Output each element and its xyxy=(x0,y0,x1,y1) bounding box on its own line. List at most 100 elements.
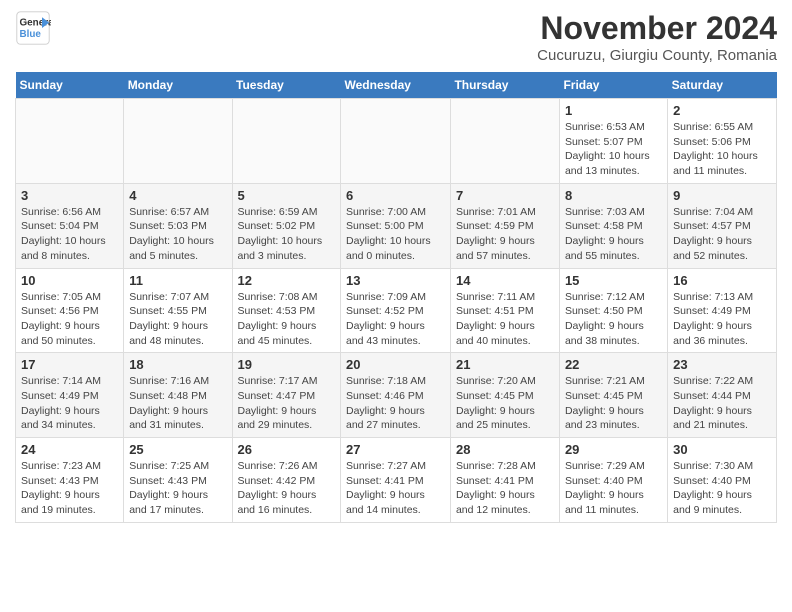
col-saturday: Saturday xyxy=(668,72,777,99)
day-number: 10 xyxy=(21,273,118,288)
day-number: 16 xyxy=(673,273,771,288)
table-row: 17 Sunrise: 7:14 AM Sunset: 4:49 PM Dayli… xyxy=(16,353,124,438)
header-row: Sunday Monday Tuesday Wednesday Thursday… xyxy=(16,72,777,99)
day-info: Sunrise: 7:27 AM Sunset: 4:41 PM Dayligh… xyxy=(346,459,445,518)
table-row: 14 Sunrise: 7:11 AM Sunset: 4:51 PM Dayli… xyxy=(450,268,559,353)
day-number: 21 xyxy=(456,357,554,372)
table-row: 18 Sunrise: 7:16 AM Sunset: 4:48 PM Dayli… xyxy=(124,353,232,438)
day-number: 19 xyxy=(238,357,336,372)
table-row: 9 Sunrise: 7:04 AM Sunset: 4:57 PM Daylig… xyxy=(668,183,777,268)
day-info: Sunrise: 6:56 AM Sunset: 5:04 PM Dayligh… xyxy=(21,205,118,264)
day-number: 22 xyxy=(565,357,662,372)
day-number: 15 xyxy=(565,273,662,288)
day-info: Sunrise: 7:26 AM Sunset: 4:42 PM Dayligh… xyxy=(238,459,336,518)
day-number: 11 xyxy=(129,273,226,288)
day-info: Sunrise: 7:11 AM Sunset: 4:51 PM Dayligh… xyxy=(456,290,554,349)
day-number: 12 xyxy=(238,273,336,288)
day-info: Sunrise: 7:13 AM Sunset: 4:49 PM Dayligh… xyxy=(673,290,771,349)
table-row: 10 Sunrise: 7:05 AM Sunset: 4:56 PM Dayli… xyxy=(16,268,124,353)
day-number: 3 xyxy=(21,188,118,203)
table-row: 16 Sunrise: 7:13 AM Sunset: 4:49 PM Dayli… xyxy=(668,268,777,353)
table-row: 5Sunrise: 6:59 AM Sunset: 5:02 PM Daylig… xyxy=(232,183,341,268)
day-info: Sunrise: 7:09 AM Sunset: 4:52 PM Dayligh… xyxy=(346,290,445,349)
table-row: 19 Sunrise: 7:17 AM Sunset: 4:47 PM Dayli… xyxy=(232,353,341,438)
table-row: 21 Sunrise: 7:20 AM Sunset: 4:45 PM Dayli… xyxy=(450,353,559,438)
table-row: 3 Sunrise: 6:56 AM Sunset: 5:04 PM Daylig… xyxy=(16,183,124,268)
day-number: 18 xyxy=(129,357,226,372)
table-row: 25Sunrise: 7:25 AM Sunset: 4:43 PM Dayli… xyxy=(124,438,232,523)
day-number: 14 xyxy=(456,273,554,288)
day-number: 20 xyxy=(346,357,445,372)
day-info: Sunrise: 6:53 AM Sunset: 5:07 PM Dayligh… xyxy=(565,120,662,179)
day-number: 7 xyxy=(456,188,554,203)
logo: General Blue xyxy=(15,10,51,46)
table-row: 8Sunrise: 7:03 AM Sunset: 4:58 PM Daylig… xyxy=(559,183,667,268)
day-number: 4 xyxy=(129,188,226,203)
table-row: 11 Sunrise: 7:07 AM Sunset: 4:55 PM Dayli… xyxy=(124,268,232,353)
day-info: Sunrise: 6:55 AM Sunset: 5:06 PM Dayligh… xyxy=(673,120,771,179)
col-sunday: Sunday xyxy=(16,72,124,99)
day-info: Sunrise: 7:21 AM Sunset: 4:45 PM Dayligh… xyxy=(565,374,662,433)
day-info: Sunrise: 6:57 AM Sunset: 5:03 PM Dayligh… xyxy=(129,205,226,264)
table-row: 26Sunrise: 7:26 AM Sunset: 4:42 PM Dayli… xyxy=(232,438,341,523)
table-row: 20Sunrise: 7:18 AM Sunset: 4:46 PM Dayli… xyxy=(341,353,451,438)
calendar-table: Sunday Monday Tuesday Wednesday Thursday… xyxy=(15,72,777,523)
day-info: Sunrise: 7:03 AM Sunset: 4:58 PM Dayligh… xyxy=(565,205,662,264)
table-row: 2 Sunrise: 6:55 AM Sunset: 5:06 PM Daylig… xyxy=(668,99,777,184)
calendar-row: 1Sunrise: 6:53 AM Sunset: 5:07 PM Daylig… xyxy=(16,99,777,184)
day-info: Sunrise: 7:22 AM Sunset: 4:44 PM Dayligh… xyxy=(673,374,771,433)
table-row xyxy=(232,99,341,184)
table-row: 13Sunrise: 7:09 AM Sunset: 4:52 PM Dayli… xyxy=(341,268,451,353)
month-title: November 2024 xyxy=(537,10,777,47)
table-row: 28Sunrise: 7:28 AM Sunset: 4:41 PM Dayli… xyxy=(450,438,559,523)
day-info: Sunrise: 7:17 AM Sunset: 4:47 PM Dayligh… xyxy=(238,374,336,433)
calendar-row: 24 Sunrise: 7:23 AM Sunset: 4:43 PM Dayli… xyxy=(16,438,777,523)
table-row xyxy=(16,99,124,184)
day-number: 25 xyxy=(129,442,226,457)
day-info: Sunrise: 7:07 AM Sunset: 4:55 PM Dayligh… xyxy=(129,290,226,349)
day-info: Sunrise: 7:01 AM Sunset: 4:59 PM Dayligh… xyxy=(456,205,554,264)
day-number: 30 xyxy=(673,442,771,457)
table-row: 4 Sunrise: 6:57 AM Sunset: 5:03 PM Daylig… xyxy=(124,183,232,268)
day-info: Sunrise: 7:29 AM Sunset: 4:40 PM Dayligh… xyxy=(565,459,662,518)
day-number: 17 xyxy=(21,357,118,372)
day-number: 24 xyxy=(21,442,118,457)
table-row: 15 Sunrise: 7:12 AM Sunset: 4:50 PM Dayli… xyxy=(559,268,667,353)
day-info: Sunrise: 7:28 AM Sunset: 4:41 PM Dayligh… xyxy=(456,459,554,518)
day-info: Sunrise: 7:12 AM Sunset: 4:50 PM Dayligh… xyxy=(565,290,662,349)
col-tuesday: Tuesday xyxy=(232,72,341,99)
day-info: Sunrise: 7:20 AM Sunset: 4:45 PM Dayligh… xyxy=(456,374,554,433)
location-title: Cucuruzu, Giurgiu County, Romania xyxy=(537,47,777,64)
table-row: 22 Sunrise: 7:21 AM Sunset: 4:45 PM Dayli… xyxy=(559,353,667,438)
table-row: 6Sunrise: 7:00 AM Sunset: 5:00 PM Daylig… xyxy=(341,183,451,268)
day-number: 27 xyxy=(346,442,445,457)
svg-text:Blue: Blue xyxy=(20,29,42,40)
logo-icon: General Blue xyxy=(15,10,51,46)
calendar-row: 10 Sunrise: 7:05 AM Sunset: 4:56 PM Dayli… xyxy=(16,268,777,353)
col-thursday: Thursday xyxy=(450,72,559,99)
day-info: Sunrise: 7:00 AM Sunset: 5:00 PM Dayligh… xyxy=(346,205,445,264)
table-row: 23Sunrise: 7:22 AM Sunset: 4:44 PM Dayli… xyxy=(668,353,777,438)
day-info: Sunrise: 7:14 AM Sunset: 4:49 PM Dayligh… xyxy=(21,374,118,433)
day-number: 9 xyxy=(673,188,771,203)
table-row xyxy=(341,99,451,184)
title-area: November 2024 Cucuruzu, Giurgiu County, … xyxy=(537,10,777,64)
day-info: Sunrise: 7:23 AM Sunset: 4:43 PM Dayligh… xyxy=(21,459,118,518)
day-info: Sunrise: 7:08 AM Sunset: 4:53 PM Dayligh… xyxy=(238,290,336,349)
table-row: 30 Sunrise: 7:30 AM Sunset: 4:40 PM Dayli… xyxy=(668,438,777,523)
table-row: 27 Sunrise: 7:27 AM Sunset: 4:41 PM Dayli… xyxy=(341,438,451,523)
table-row xyxy=(450,99,559,184)
calendar-row: 17 Sunrise: 7:14 AM Sunset: 4:49 PM Dayli… xyxy=(16,353,777,438)
header: General Blue November 2024 Cucuruzu, Giu… xyxy=(15,10,777,64)
col-wednesday: Wednesday xyxy=(341,72,451,99)
table-row: 24 Sunrise: 7:23 AM Sunset: 4:43 PM Dayli… xyxy=(16,438,124,523)
page: General Blue November 2024 Cucuruzu, Giu… xyxy=(0,0,792,533)
col-friday: Friday xyxy=(559,72,667,99)
day-number: 2 xyxy=(673,103,771,118)
day-info: Sunrise: 7:30 AM Sunset: 4:40 PM Dayligh… xyxy=(673,459,771,518)
table-row: 7 Sunrise: 7:01 AM Sunset: 4:59 PM Daylig… xyxy=(450,183,559,268)
day-info: Sunrise: 7:04 AM Sunset: 4:57 PM Dayligh… xyxy=(673,205,771,264)
col-monday: Monday xyxy=(124,72,232,99)
day-info: Sunrise: 7:05 AM Sunset: 4:56 PM Dayligh… xyxy=(21,290,118,349)
day-info: Sunrise: 7:16 AM Sunset: 4:48 PM Dayligh… xyxy=(129,374,226,433)
